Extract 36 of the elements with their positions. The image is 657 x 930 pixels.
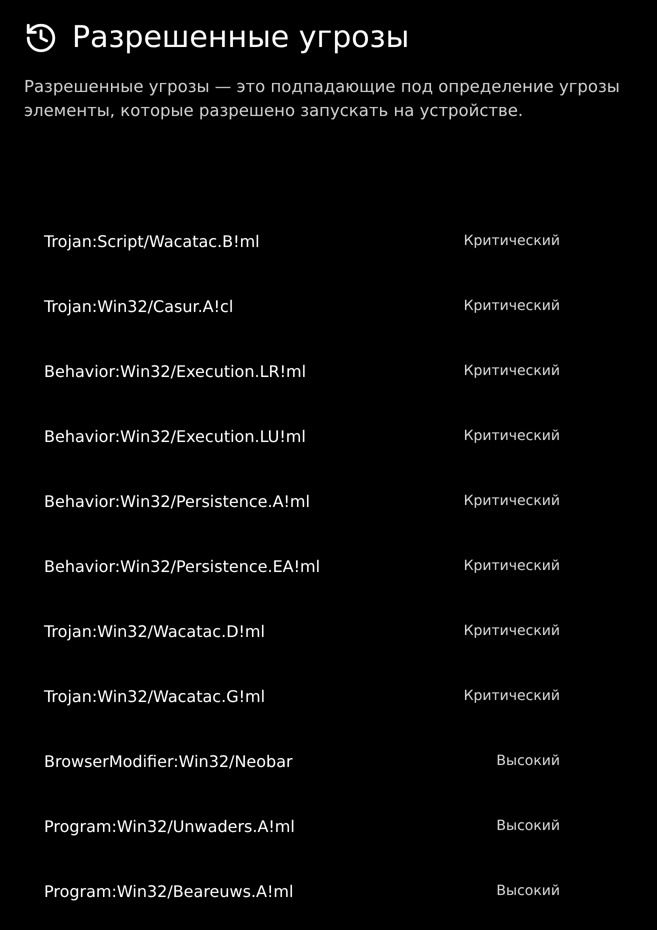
threat-row[interactable]: Trojan:Win32/Casur.A!cl Критический: [44, 274, 560, 339]
severity-label: Критический: [464, 492, 560, 511]
threat-name: Behavior:Win32/Execution.LR!ml: [44, 360, 306, 382]
threat-row[interactable]: Program:Win32/Unwaders.A!ml Высокий: [44, 794, 560, 859]
description: Разрешенные угрозы — это подпадающие под определение угрозы элементы, которые разрешено запускать на устройстве.: [24, 76, 621, 122]
severity-label: Высокий: [496, 752, 560, 771]
threat-row[interactable]: Program:Win32/Beareuws.A!ml Высокий: [44, 859, 560, 924]
threat-name: Trojan:Win32/Wacatac.D!ml: [44, 620, 265, 642]
threat-name: Behavior:Win32/Persistence.A!ml: [44, 490, 310, 512]
severity-label: Высокий: [496, 882, 560, 901]
threat-row[interactable]: Behavior:Win32/Execution.LR!ml Критический: [44, 339, 560, 404]
severity-label: Критический: [464, 687, 560, 706]
threat-row[interactable]: Behavior:Win32/Persistence.EA!ml Критический: [44, 534, 560, 599]
severity-label: Критический: [464, 297, 560, 316]
threat-name: Behavior:Win32/Execution.LU!ml: [44, 426, 306, 448]
threat-row[interactable]: Trojan:Script/Wacatac.B!ml Критический: [44, 209, 560, 274]
history-icon: [24, 21, 58, 55]
page-title: Разрешенные угрозы: [72, 19, 410, 57]
severity-label: Критический: [464, 427, 560, 446]
severity-label: Критический: [464, 557, 560, 576]
severity-label: Критический: [464, 232, 560, 251]
severity-label: Критический: [464, 362, 560, 381]
threat-name: BrowserModifier:Win32/Neobar: [44, 750, 293, 772]
threat-row[interactable]: Behavior:Win32/Persistence.A!ml Критический: [44, 469, 560, 534]
severity-label: Высокий: [496, 817, 560, 836]
threat-row[interactable]: Behavior:Win32/Execution.LU!ml Критический: [44, 404, 560, 469]
threat-name: Behavior:Win32/Persistence.EA!ml: [44, 556, 320, 578]
threat-row[interactable]: Trojan:Win32/Wacatac.G!ml Критический: [44, 664, 560, 729]
threat-row[interactable]: Trojan:Win32/Wacatac.D!ml Критический: [44, 599, 560, 664]
threat-name: Trojan:Win32/Casur.A!cl: [44, 296, 234, 318]
threat-name: Program:Win32/Unwaders.A!ml: [44, 816, 295, 838]
threat-name: Trojan:Script/Wacatac.B!ml: [44, 230, 260, 252]
threat-row[interactable]: BrowserModifier:Win32/Neobar Высокий: [44, 729, 560, 794]
threat-name: Program:Win32/Beareuws.A!ml: [44, 880, 294, 902]
threat-name: Trojan:Win32/Wacatac.G!ml: [44, 686, 266, 708]
severity-label: Критический: [464, 622, 560, 641]
